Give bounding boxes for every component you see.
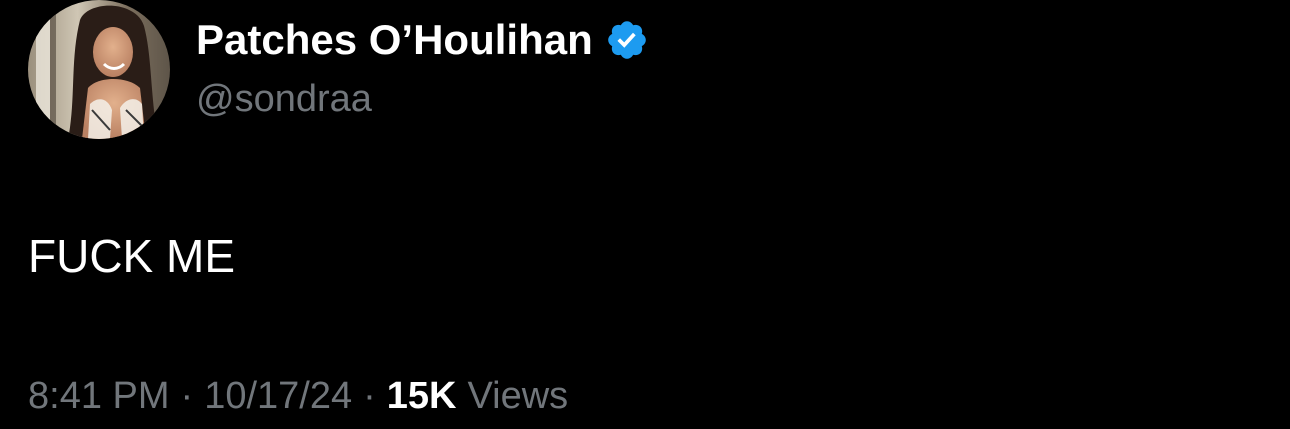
views-label: Views [467, 375, 569, 417]
tweet: Patches O’Houlihan @sondraa FUCK ME 8:41… [0, 0, 1290, 429]
author-handle[interactable]: @sondraa [196, 74, 372, 124]
author-name-row: Patches O’Houlihan [196, 12, 649, 68]
meta-separator: · [363, 375, 376, 417]
tweet-date[interactable]: 10/17/24 [204, 368, 352, 424]
tweet-meta: 8:41 PM · 10/17/24 · 15K Views [28, 368, 568, 424]
tweet-text: FUCK ME [28, 230, 235, 282]
author-display-name[interactable]: Patches O’Houlihan [196, 12, 593, 68]
tweet-time[interactable]: 8:41 PM [28, 368, 170, 424]
profile-avatar[interactable] [28, 0, 170, 139]
views-count: 15K [386, 375, 457, 417]
meta-separator: · [180, 375, 194, 417]
profile-avatar-image [28, 0, 170, 139]
verified-badge-icon[interactable] [605, 18, 649, 62]
